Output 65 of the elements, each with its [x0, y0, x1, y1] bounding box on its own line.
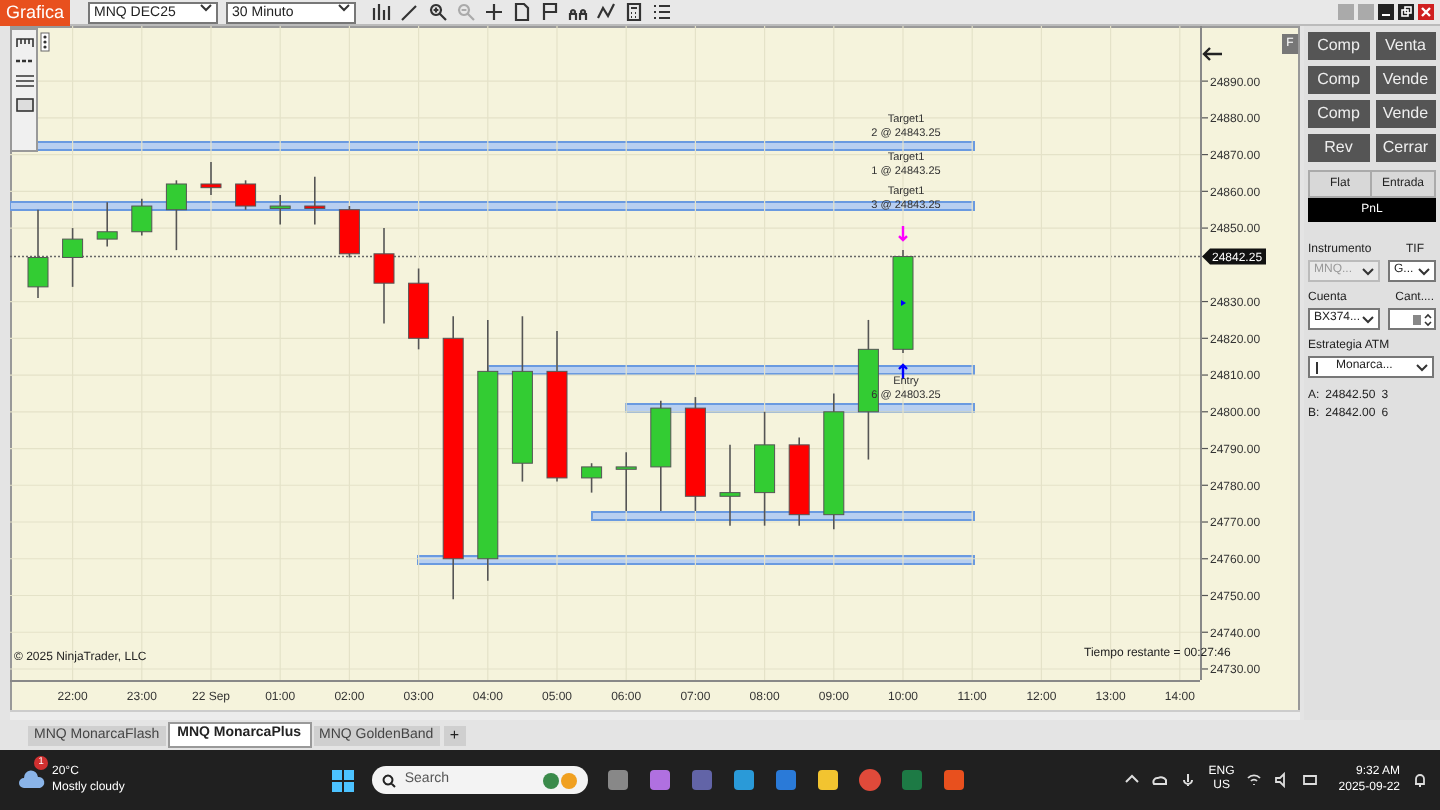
candlestick	[165, 179, 187, 251]
order-button[interactable]: Comp	[1308, 32, 1369, 60]
candlestick	[96, 201, 118, 248]
wifi-icon[interactable]	[1246, 772, 1263, 788]
candlestick	[304, 175, 326, 226]
ruler-icon[interactable]	[15, 36, 33, 48]
speaker-icon[interactable]	[1274, 772, 1291, 788]
order-button[interactable]: Comp	[1308, 66, 1369, 94]
caret-icon	[1362, 267, 1374, 275]
candlestick	[408, 267, 430, 351]
flag-icon[interactable]	[540, 2, 561, 22]
bell-icon[interactable]	[1412, 772, 1428, 788]
caret-icon	[1416, 363, 1428, 371]
candlestick	[788, 436, 810, 527]
spinner-icon	[1424, 311, 1432, 327]
list-icon[interactable]	[652, 2, 673, 22]
order-button[interactable]: Rev	[1308, 134, 1369, 162]
caret-icon	[338, 3, 351, 11]
order-button[interactable]: Vende	[1375, 66, 1436, 94]
candlestick	[581, 462, 603, 494]
candlestick	[857, 319, 879, 461]
marker-icon	[901, 299, 906, 306]
candlestick	[62, 227, 84, 288]
quantity-field[interactable]	[1388, 308, 1436, 330]
candlestick	[719, 444, 741, 527]
windows-logo-icon[interactable]	[332, 769, 355, 791]
candlestick	[650, 399, 672, 512]
crosshair-icon[interactable]	[484, 2, 505, 22]
dashed-line-icon[interactable]	[15, 58, 33, 64]
order-button[interactable]: Comp	[1308, 100, 1369, 128]
candlestick	[235, 179, 257, 211]
order-button[interactable]: Venta	[1375, 32, 1436, 60]
candlestick	[684, 396, 706, 512]
caret-icon	[1362, 315, 1374, 323]
document-icon[interactable]	[512, 2, 533, 22]
candlestick	[338, 205, 360, 259]
order-button[interactable]: Cerrar	[1375, 134, 1436, 162]
rectangle-icon[interactable]	[15, 98, 33, 112]
add-tab-button[interactable]: +	[443, 725, 466, 745]
execution-arrow-icon	[897, 224, 909, 242]
caret-icon	[200, 3, 213, 11]
chart-menu-button[interactable]: Grafica	[0, 0, 71, 25]
candlestick	[131, 197, 153, 237]
minimize-icon[interactable]	[1378, 4, 1394, 20]
candlestick	[269, 194, 291, 226]
line-chart-icon[interactable]	[596, 2, 617, 22]
lines-icon[interactable]	[15, 74, 33, 88]
pencil-icon[interactable]	[400, 2, 421, 22]
candlestick	[27, 208, 49, 299]
restore-icon[interactable]	[1398, 4, 1414, 20]
chevron-up-icon[interactable]	[1124, 772, 1141, 788]
order-button[interactable]: Vende	[1375, 100, 1436, 128]
search-icon	[382, 773, 397, 787]
candlestick	[615, 451, 637, 512]
candlestick	[754, 411, 776, 527]
back-arrow-icon[interactable]	[1202, 46, 1222, 62]
candlestick	[892, 249, 914, 354]
close-icon[interactable]	[1418, 4, 1434, 20]
caret-icon	[1418, 267, 1430, 275]
candlestick	[823, 392, 845, 531]
bar-chart-icon[interactable]	[372, 2, 393, 22]
more-icon[interactable]	[40, 32, 50, 52]
candlestick	[200, 161, 222, 196]
candlestick	[373, 227, 395, 325]
zoom-in-icon[interactable]	[428, 2, 449, 22]
